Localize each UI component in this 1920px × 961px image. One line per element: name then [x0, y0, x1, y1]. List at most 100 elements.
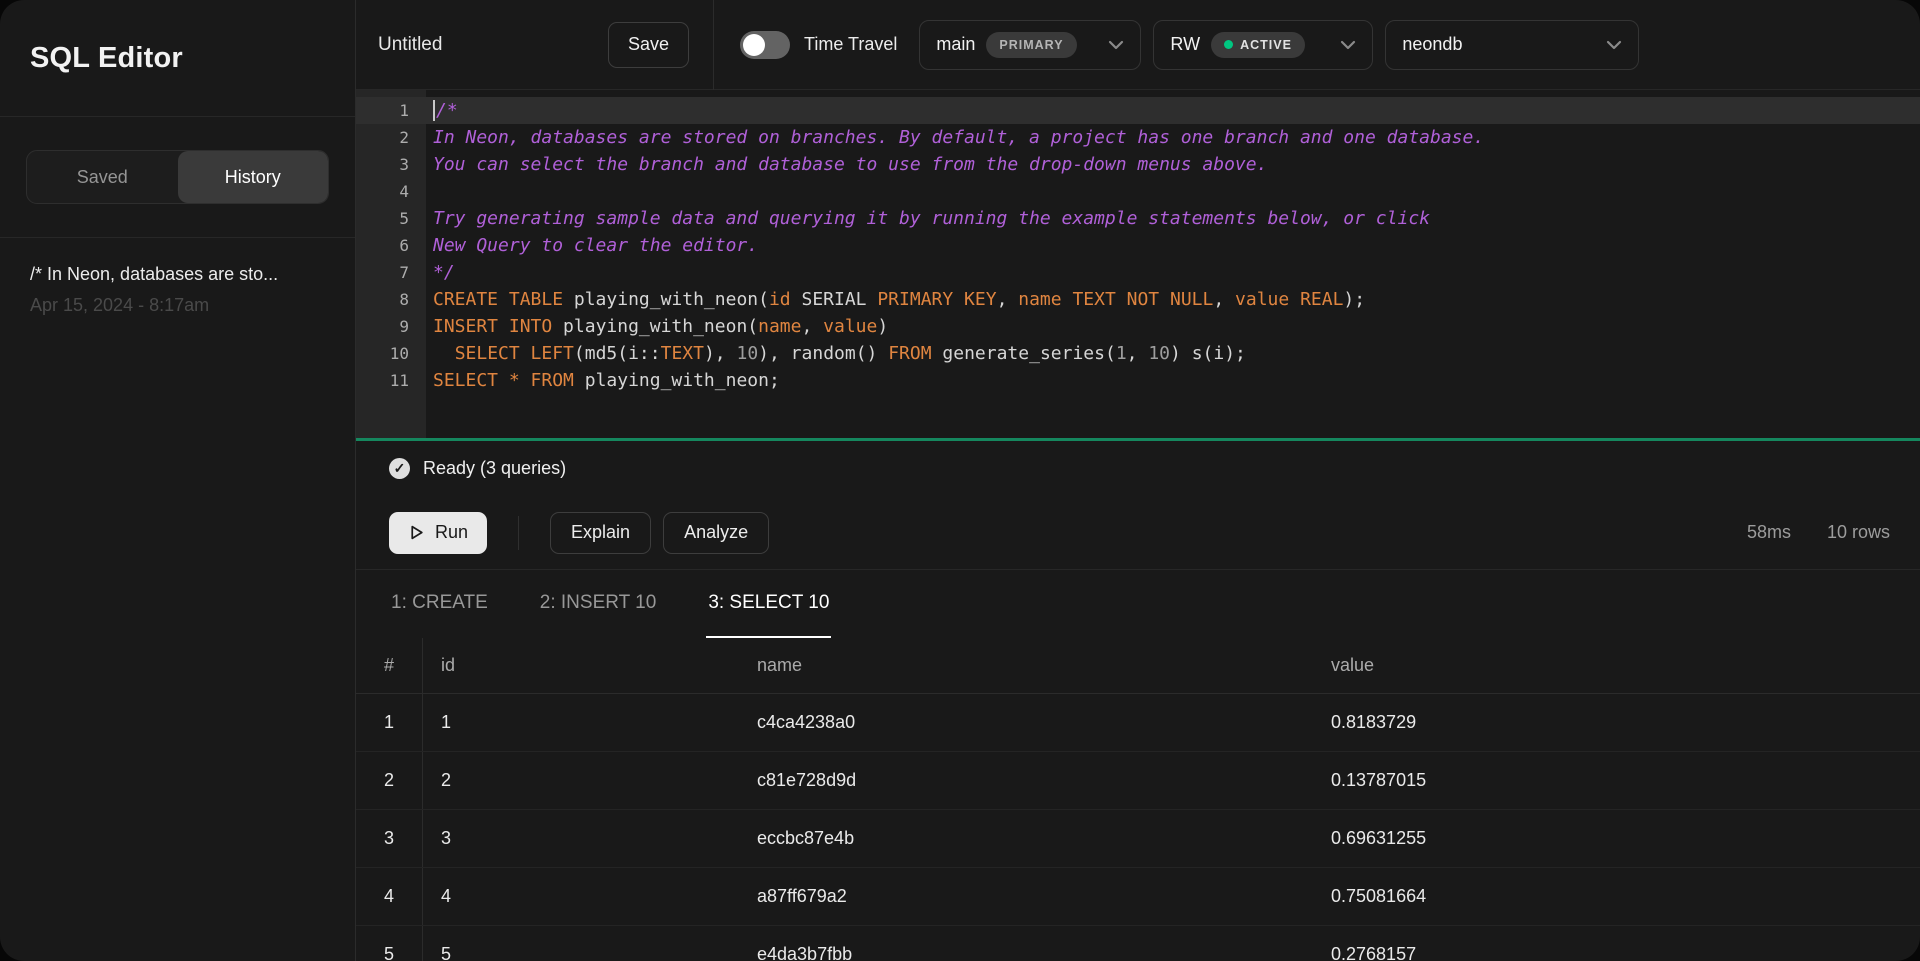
actions-row: Run Explain Analyze 58ms 10 rows	[356, 496, 1920, 570]
table-cell: eccbc87e4b	[739, 810, 1313, 867]
active-dot-icon	[1224, 40, 1233, 49]
table-cell: e4da3b7fbb	[739, 926, 1313, 961]
code-token: id	[769, 289, 791, 310]
table-row[interactable]: 11c4ca4238a00.8183729	[356, 694, 1920, 752]
table-cell: 5	[423, 926, 739, 961]
code-token: value	[823, 316, 877, 337]
code-text: In Neon, databases are stored on branche…	[426, 124, 1484, 151]
code-token: TEXT	[661, 343, 704, 364]
code-text: */	[426, 259, 455, 286]
code-line[interactable]: 5Try generating sample data and querying…	[356, 205, 1920, 232]
table-cell: 4	[423, 868, 739, 925]
sidebar-header: SQL Editor	[0, 0, 355, 117]
run-button-label: Run	[435, 522, 468, 543]
code-line[interactable]: 3You can select the branch and database …	[356, 151, 1920, 178]
code-token: );	[1343, 289, 1365, 310]
code-token: TEXT NOT NULL	[1072, 289, 1213, 310]
code-token	[1289, 289, 1300, 310]
saved-history-toggle-wrap: Saved History	[0, 117, 355, 238]
code-line[interactable]: 1/*	[356, 97, 1920, 124]
database-select[interactable]: neondb	[1385, 20, 1639, 70]
code-text: SELECT LEFT(md5(i::TEXT), 10), random() …	[426, 340, 1246, 367]
line-number: 11	[356, 367, 426, 394]
line-number: 1	[356, 97, 426, 124]
code-token: New Query to clear the editor.	[433, 235, 758, 256]
compute-mode: RW	[1170, 34, 1200, 55]
analyze-button[interactable]: Analyze	[663, 512, 769, 554]
table-cell: 1	[423, 694, 739, 751]
result-tab[interactable]: 1: CREATE	[389, 570, 490, 638]
code-text: INSERT INTO playing_with_neon(name, valu…	[426, 313, 888, 340]
code-token: playing_with_neon(	[563, 289, 769, 310]
code-token: ,	[997, 289, 1019, 310]
text-cursor	[433, 100, 435, 121]
code-line[interactable]: 11SELECT * FROM playing_with_neon;	[356, 367, 1920, 394]
explain-button[interactable]: Explain	[550, 512, 651, 554]
table-cell: 1	[356, 694, 423, 751]
result-tab[interactable]: 3: SELECT 10	[706, 570, 831, 638]
code-line[interactable]: 4	[356, 178, 1920, 205]
check-circle-icon: ✓	[389, 458, 410, 479]
code-text: Try generating sample data and querying …	[426, 205, 1430, 232]
table-header-cell: #	[356, 638, 423, 693]
compute-active-label: ACTIVE	[1240, 38, 1292, 52]
code-line[interactable]: 2In Neon, databases are stored on branch…	[356, 124, 1920, 151]
sidebar: SQL Editor Saved History /* In Neon, dat…	[0, 0, 356, 961]
status-bar: ✓ Ready (3 queries)	[356, 441, 1920, 496]
code-token: ,	[1127, 343, 1149, 364]
history-item[interactable]: /* In Neon, databases are sto...Apr 15, …	[30, 264, 325, 316]
result-tab[interactable]: 2: INSERT 10	[538, 570, 659, 638]
table-cell: 3	[423, 810, 739, 867]
table-row[interactable]: 33eccbc87e4b0.69631255	[356, 810, 1920, 868]
actions-divider	[518, 516, 519, 550]
code-token: name	[1018, 289, 1061, 310]
topbar: Untitled Save Time Travel main PRIMARY R…	[356, 0, 1920, 90]
table-cell: 0.75081664	[1313, 868, 1920, 925]
run-button[interactable]: Run	[389, 512, 487, 554]
code-line[interactable]: 10 SELECT LEFT(md5(i::TEXT), 10), random…	[356, 340, 1920, 367]
table-cell: 0.2768157	[1313, 926, 1920, 961]
toggle-knob	[743, 34, 765, 56]
code-token: ),	[704, 343, 737, 364]
tab-saved[interactable]: Saved	[27, 151, 178, 203]
code-text: New Query to clear the editor.	[426, 232, 758, 259]
table-cell: 5	[356, 926, 423, 961]
code-line[interactable]: 9INSERT INTO playing_with_neon(name, val…	[356, 313, 1920, 340]
code-text: CREATE TABLE playing_with_neon(id SERIAL…	[426, 286, 1365, 313]
branch-select[interactable]: main PRIMARY	[919, 20, 1141, 70]
page-title: SQL Editor	[30, 42, 183, 75]
code-token: SERIAL	[791, 289, 878, 310]
table-cell: c4ca4238a0	[739, 694, 1313, 751]
saved-history-toggle: Saved History	[26, 150, 329, 204]
table-cell: 2	[423, 752, 739, 809]
save-button[interactable]: Save	[608, 22, 689, 68]
code-token: INSERT INTO	[433, 316, 552, 337]
code-line[interactable]: 6New Query to clear the editor.	[356, 232, 1920, 259]
code-line[interactable]: 8CREATE TABLE playing_with_neon(id SERIA…	[356, 286, 1920, 313]
line-number: 8	[356, 286, 426, 313]
sql-editor[interactable]: 1/*2In Neon, databases are stored on bra…	[356, 90, 1920, 438]
query-duration: 58ms	[1747, 522, 1791, 543]
code-token: SELECT * FROM	[433, 370, 574, 391]
code-token: ), random()	[758, 343, 888, 364]
table-cell: c81e728d9d	[739, 752, 1313, 809]
compute-select[interactable]: RW ACTIVE	[1153, 20, 1373, 70]
app-window: SQL Editor Saved History /* In Neon, dat…	[0, 0, 1920, 961]
line-number: 4	[356, 178, 426, 205]
code-line[interactable]: 7*/	[356, 259, 1920, 286]
table-row[interactable]: 44a87ff679a20.75081664	[356, 868, 1920, 926]
status-text: Ready (3 queries)	[423, 458, 566, 479]
chevron-down-icon	[1340, 40, 1356, 50]
table-row[interactable]: 55e4da3b7fbb0.2768157	[356, 926, 1920, 961]
result-tabs: 1: CREATE 2: INSERT 10 3: SELECT 10	[356, 570, 1920, 638]
code-token: ) s(i);	[1170, 343, 1246, 364]
time-travel-toggle[interactable]	[740, 31, 790, 59]
table-cell: 0.8183729	[1313, 694, 1920, 751]
table-header-row: #idnamevalue	[356, 638, 1920, 694]
code-token: playing_with_neon(	[552, 316, 758, 337]
code-text: You can select the branch and database t…	[426, 151, 1267, 178]
table-row[interactable]: 22c81e728d9d0.13787015	[356, 752, 1920, 810]
table-cell: 3	[356, 810, 423, 867]
code-token: ,	[801, 316, 823, 337]
tab-history[interactable]: History	[178, 151, 329, 203]
